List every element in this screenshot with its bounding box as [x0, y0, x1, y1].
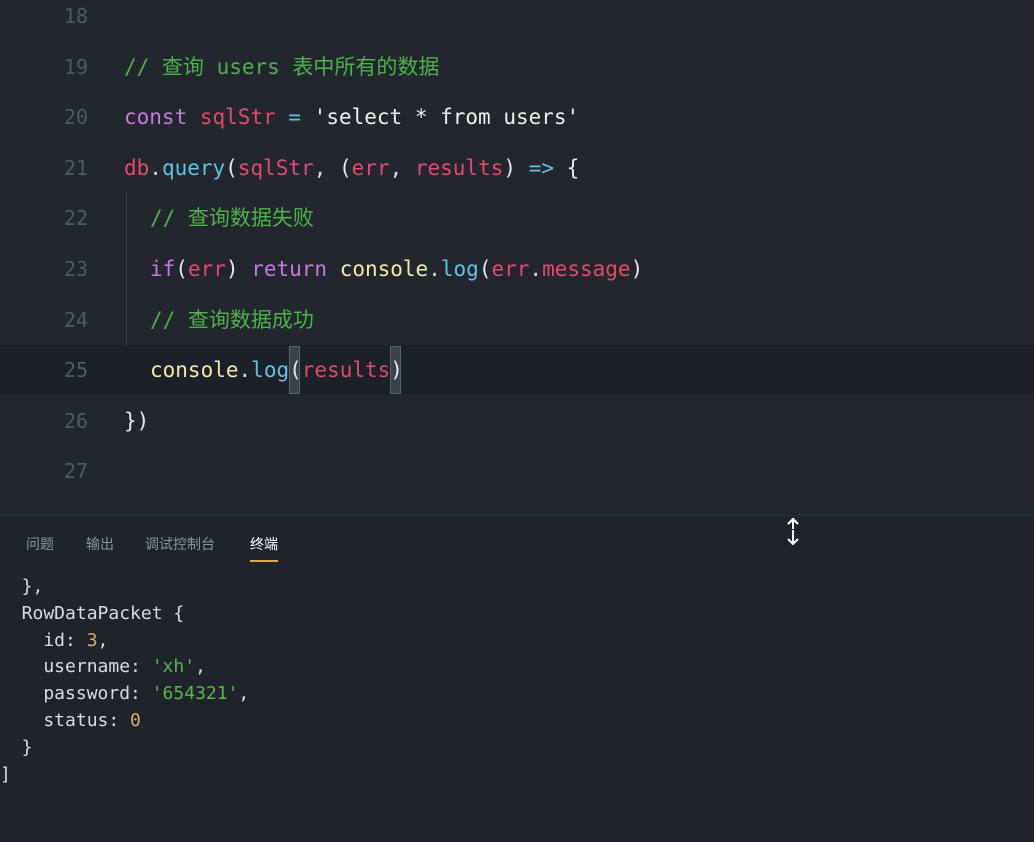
function-token: log: [440, 257, 479, 281]
paren-token: ): [503, 156, 517, 180]
tab-terminal[interactable]: 终端: [250, 534, 278, 562]
code-text: const sqlStr = 'select * from users': [124, 92, 579, 142]
terminal-key: password:: [0, 683, 152, 704]
terminal-key: id:: [0, 630, 87, 651]
argument-token: err: [187, 257, 226, 281]
keyword-token: const: [124, 105, 188, 129]
code-line-20[interactable]: 20 const sqlStr = 'select * from users': [0, 92, 1034, 142]
line-number: 27: [63, 459, 88, 483]
terminal-punct: ,: [238, 683, 250, 704]
code-text: db.query(sqlStr, (err, results) => {: [124, 143, 579, 193]
object-token: db: [124, 156, 150, 180]
code-text: if(err) return console.log(err.message): [150, 244, 643, 294]
code-comment: // 查询 users 表中所有的数据: [124, 55, 440, 79]
dot-token: .: [238, 358, 252, 382]
line-number: 23: [63, 257, 88, 281]
code-line-21[interactable]: 21 db.query(sqlStr, (err, results) => {: [0, 143, 1034, 193]
object-token: console: [150, 358, 239, 382]
line-number: 24: [63, 308, 88, 332]
param-token: err: [351, 156, 390, 180]
terminal-punct: ,: [195, 656, 206, 677]
paren-token: ): [390, 358, 403, 382]
dot-token: .: [529, 257, 543, 281]
code-line-23[interactable]: 23 if(err) return console.log(err.messag…: [0, 244, 1034, 294]
tab-debug-console[interactable]: 调试控制台: [145, 534, 215, 556]
argument-token: sqlStr: [237, 156, 314, 180]
terminal-string: 'xh': [151, 656, 196, 677]
arrow-token: =>: [516, 156, 567, 180]
line-number: 19: [63, 55, 88, 79]
code-line-25-text: console.log(results): [0, 345, 1034, 395]
code-editor[interactable]: 18 19 // 查询 users 表中所有的数据 20 const sqlSt…: [0, 0, 1034, 515]
tab-problems[interactable]: 问题: [26, 534, 54, 556]
terminal-line: username: 'xh',: [0, 654, 206, 681]
code-comment: // 查询数据成功: [150, 308, 314, 332]
comma-token: ,: [389, 156, 415, 180]
code-line-24[interactable]: 24 // 查询数据成功: [0, 295, 1034, 345]
terminal-line: },: [0, 576, 44, 597]
paren-token: (: [289, 358, 302, 382]
comma-token: ,: [313, 156, 339, 180]
dot-token: .: [149, 156, 162, 180]
code-line-22[interactable]: 22 // 查询数据失败: [0, 193, 1034, 243]
terminal-line: RowDataPacket {: [0, 603, 185, 624]
object-token: console: [339, 257, 429, 281]
variable-token: sqlStr: [199, 105, 276, 129]
bottom-panel: 问题 输出 调试控制台 终端 }, RowDataPacket { id: 3,…: [0, 515, 1034, 798]
code-text: console.log(results): [150, 345, 403, 395]
keyword-token: if: [150, 257, 176, 281]
param-token: results: [414, 156, 504, 180]
terminal-line: }: [0, 737, 33, 758]
line-number: 22: [63, 206, 88, 230]
code-line-26[interactable]: 26 }): [0, 396, 1034, 446]
paren-token: (: [478, 257, 492, 281]
terminal-key: username:: [0, 656, 152, 677]
property-token: message: [542, 257, 631, 281]
code-text: }): [124, 409, 150, 433]
dot-token: .: [428, 257, 441, 281]
terminal-output[interactable]: }, RowDataPacket { id: 3, username: 'xh'…: [0, 574, 1034, 842]
operator-token: =: [275, 105, 314, 129]
terminal-number: 0: [130, 710, 141, 731]
keyword-token: return: [238, 257, 340, 281]
brace-token: {: [566, 156, 580, 180]
terminal-line: id: 3,: [0, 628, 108, 655]
function-token: log: [251, 358, 290, 382]
argument-token: results: [301, 358, 391, 382]
line-number: 21: [63, 156, 88, 180]
terminal-number: 3: [86, 630, 98, 651]
terminal-string: '654321': [151, 683, 239, 704]
line-number: 18: [63, 4, 88, 28]
terminal-punct: ,: [97, 630, 109, 651]
paren-token: ): [225, 257, 239, 281]
terminal-line: password: '654321',: [0, 681, 249, 708]
paren-token: (: [175, 257, 188, 281]
paren-token: (: [338, 156, 352, 180]
line-number: 26: [63, 409, 88, 433]
paren-token: (: [225, 156, 238, 180]
terminal-line: ]: [0, 764, 11, 785]
terminal-key: status:: [0, 710, 131, 731]
line-number: 20: [63, 105, 88, 129]
code-line-27[interactable]: 27: [0, 446, 1034, 496]
terminal-line: status: 0: [0, 708, 141, 735]
tab-output[interactable]: 输出: [86, 534, 114, 556]
code-line-19[interactable]: 19 // 查询 users 表中所有的数据: [0, 42, 1034, 92]
panel-tabs: 问题 输出 调试控制台 终端: [0, 516, 1034, 572]
argument-token: err: [491, 257, 530, 281]
function-token: query: [161, 156, 226, 180]
paren-token: ): [630, 257, 644, 281]
code-comment: // 查询数据失败: [150, 206, 314, 230]
string-token: 'select * from users': [313, 105, 580, 129]
code-line-18[interactable]: 18: [0, 0, 1034, 41]
resize-vertical-icon[interactable]: [785, 516, 801, 550]
